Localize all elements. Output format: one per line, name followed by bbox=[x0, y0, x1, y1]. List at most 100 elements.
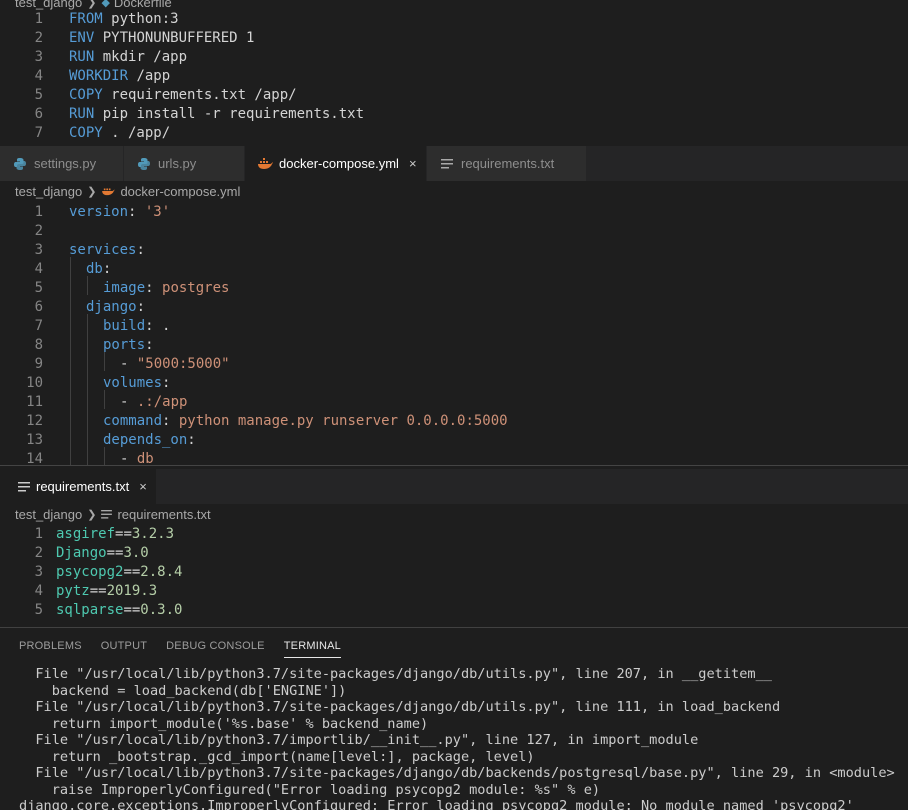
bottom-panel: PROBLEMS OUTPUT DEBUG CONSOLE TERMINAL F… bbox=[0, 627, 908, 810]
line-number: 9 bbox=[34, 356, 43, 372]
breadcrumb-folder[interactable]: test_django bbox=[15, 0, 82, 10]
tab-problems[interactable]: PROBLEMS bbox=[19, 638, 82, 658]
code-text: pytz==2019.3 bbox=[56, 582, 157, 601]
code-line: 6 django: bbox=[0, 298, 145, 317]
line-number: 2 bbox=[34, 545, 43, 561]
code-line: 3 psycopg2==2.8.4 bbox=[0, 563, 183, 582]
code-token: : bbox=[187, 432, 196, 448]
code-text: - .:/app bbox=[120, 393, 187, 412]
line-number: 5 bbox=[34, 602, 43, 618]
breadcrumb-file[interactable]: docker-compose.yml bbox=[101, 184, 240, 199]
code-line: 3 services: bbox=[0, 241, 145, 260]
code-token: - bbox=[120, 356, 137, 372]
code-text: image: postgres bbox=[103, 279, 229, 298]
close-icon[interactable]: × bbox=[409, 156, 417, 171]
requirements-editor: test_django ❯ requirements.txt 1 asgiref=… bbox=[0, 504, 908, 626]
code-text: build: . bbox=[103, 317, 170, 336]
code-text: ENV PYTHONUNBUFFERED 1 bbox=[69, 29, 254, 48]
yaml-key: command bbox=[103, 413, 163, 429]
docker-icon bbox=[101, 186, 115, 196]
tab-urls-py[interactable]: urls.py bbox=[124, 146, 245, 181]
breadcrumb-folder[interactable]: test_django bbox=[15, 507, 82, 522]
code-line: 2 bbox=[0, 222, 43, 241]
code-line: 1 version: '3' bbox=[0, 203, 171, 222]
code-text: depends_on: bbox=[103, 431, 196, 450]
code-token: == bbox=[123, 564, 141, 580]
line-number: 6 bbox=[34, 106, 43, 122]
code-line: 1 FROM python:3 bbox=[0, 10, 179, 29]
tab-terminal[interactable]: TERMINAL bbox=[283, 638, 341, 658]
terminal-line: File "/usr/local/lib/python3.7/importlib… bbox=[19, 732, 699, 748]
code-token: : bbox=[136, 242, 145, 258]
code-text: WORKDIR /app bbox=[69, 67, 170, 86]
close-icon[interactable]: × bbox=[139, 479, 147, 494]
pane-divider[interactable] bbox=[0, 465, 908, 466]
keyword: WORKDIR bbox=[69, 68, 129, 84]
code-line: 12 command: python manage.py runserver 0.… bbox=[0, 412, 507, 431]
line-number: 8 bbox=[34, 337, 43, 353]
text-file-icon bbox=[101, 509, 113, 519]
code-text: Django==3.0 bbox=[56, 544, 149, 563]
line-number: 12 bbox=[26, 413, 43, 429]
breadcrumb-folder[interactable]: test_django bbox=[15, 184, 82, 199]
code-text: django: bbox=[86, 298, 145, 317]
code-text: version: '3' bbox=[69, 203, 170, 222]
line-number: 3 bbox=[34, 564, 43, 580]
yaml-key: version bbox=[69, 204, 129, 220]
text-file-icon bbox=[439, 156, 455, 172]
yaml-key: depends_on bbox=[103, 432, 188, 448]
code-line: 8 ports: bbox=[0, 336, 154, 355]
code-line: 13 depends_on: bbox=[0, 431, 196, 450]
code-token: : bbox=[145, 318, 163, 334]
line-number: 7 bbox=[34, 125, 43, 141]
code-text: FROM python:3 bbox=[69, 10, 179, 29]
code-line: 2 Django==3.0 bbox=[0, 544, 149, 563]
code-token: : bbox=[102, 261, 112, 277]
line-number: 2 bbox=[34, 223, 43, 239]
indent-guide bbox=[70, 257, 71, 465]
code-token: PYTHONUNBUFFERED 1 bbox=[94, 30, 255, 46]
terminal-line: return _bootstrap._gcd_import(name[level… bbox=[19, 748, 535, 765]
tab-label: settings.py bbox=[34, 156, 97, 171]
line-number: 6 bbox=[34, 299, 43, 315]
line-number: 1 bbox=[34, 11, 43, 27]
terminal-line: backend = load_backend(db['ENGINE']) bbox=[19, 682, 347, 699]
breadcrumb: test_django ❯ docker-compose.yml bbox=[0, 181, 908, 201]
line-number: 4 bbox=[34, 583, 43, 599]
code-text: COPY . /app/ bbox=[69, 124, 170, 143]
keyword: COPY bbox=[69, 87, 103, 103]
docker-icon: ◆ bbox=[101, 0, 110, 9]
tab-settings-py[interactable]: settings.py bbox=[0, 146, 124, 181]
terminal-line: raise ImproperlyConfigured("Error loadin… bbox=[19, 781, 601, 798]
yaml-value: "5000:5000" bbox=[136, 356, 230, 372]
breadcrumb-file[interactable]: ◆ Dockerfile bbox=[101, 0, 171, 10]
tab-requirements-txt[interactable]: requirements.txt bbox=[427, 146, 587, 181]
package-version: 2019.3 bbox=[106, 583, 158, 599]
editor-tabbar: settings.py urls.py docker-compose.yml ×… bbox=[0, 146, 908, 181]
code-token: : bbox=[136, 299, 146, 315]
chevron-right-icon: ❯ bbox=[87, 0, 97, 9]
keyword: ENV bbox=[69, 30, 95, 46]
line-number: 14 bbox=[26, 451, 43, 465]
code-line: 10 volumes: bbox=[0, 374, 170, 393]
yaml-key: ports bbox=[103, 337, 146, 353]
tab-label: requirements.txt bbox=[461, 156, 555, 171]
line-number: 4 bbox=[34, 68, 43, 84]
python-icon bbox=[12, 156, 28, 172]
line-number: 5 bbox=[34, 87, 43, 103]
line-number: 3 bbox=[34, 242, 43, 258]
terminal-line: File "/usr/local/lib/python3.7/site-pack… bbox=[19, 699, 781, 715]
yaml-key: services bbox=[69, 242, 137, 258]
breadcrumb-file[interactable]: requirements.txt bbox=[101, 507, 211, 522]
tab-requirements-txt[interactable]: requirements.txt × bbox=[0, 469, 157, 504]
tab-output[interactable]: OUTPUT bbox=[101, 638, 147, 658]
line-number: 3 bbox=[34, 49, 43, 65]
line-number: 1 bbox=[34, 526, 43, 542]
tab-docker-compose-yml[interactable]: docker-compose.yml × bbox=[245, 146, 427, 181]
code-line: 7 build: . bbox=[0, 317, 171, 336]
code-token: mkdir /app bbox=[94, 49, 188, 65]
code-line: 4 WORKDIR /app bbox=[0, 67, 171, 86]
terminal-line: return import_module('%s.base' % backend… bbox=[19, 715, 429, 732]
code-text: ports: bbox=[103, 336, 154, 355]
tab-debug-console[interactable]: DEBUG CONSOLE bbox=[166, 638, 265, 658]
